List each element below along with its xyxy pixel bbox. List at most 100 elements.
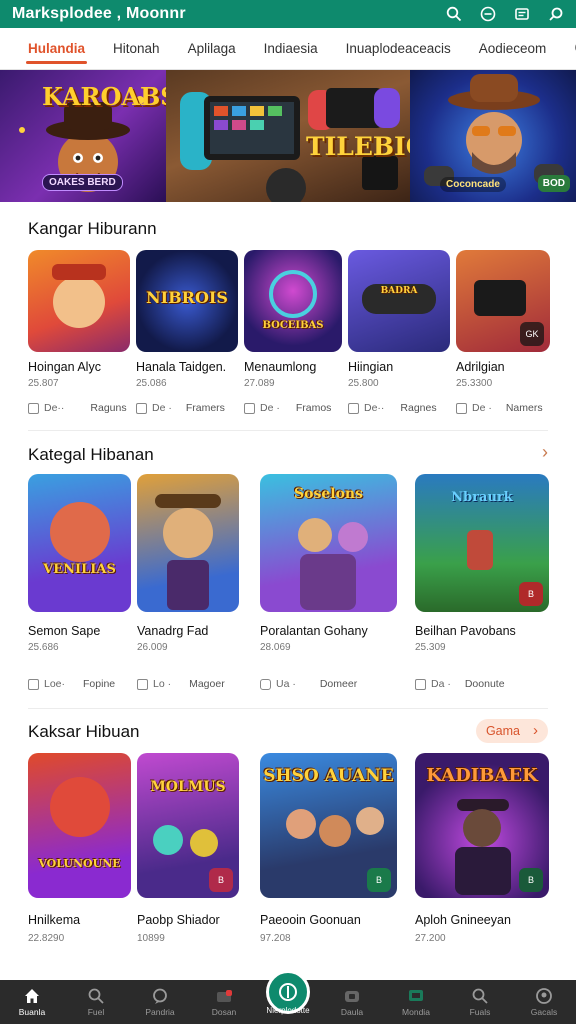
- news-icon[interactable]: [514, 6, 530, 22]
- thumb-title: NIBROIS: [146, 288, 228, 307]
- tab-5[interactable]: Aodieceom: [479, 29, 547, 68]
- game-thumbnail[interactable]: [137, 474, 239, 612]
- checkbox[interactable]: [28, 402, 39, 414]
- banner-title: KAROABS: [42, 82, 166, 111]
- game-card[interactable]: SHSO AUANE B Paeooin Goonuan 97.208: [260, 753, 397, 983]
- nav-label: Pandria: [145, 1007, 175, 1017]
- section-heading: Kaksar Hibuan: [28, 722, 140, 741]
- nav-item-profile[interactable]: Gacals: [512, 980, 576, 1024]
- game-title: Menaumlong: [244, 360, 317, 374]
- game-card[interactable]: VOLUNOUNE Hnilkema 22.8290: [28, 753, 131, 983]
- game-card[interactable]: Hoingan Alyc 25.807 De·· Raguns: [28, 250, 130, 430]
- nav-label: Daula: [340, 1007, 364, 1017]
- checkbox[interactable]: [348, 402, 359, 414]
- game-count: 26.009: [137, 642, 168, 653]
- game-count: 27.089: [244, 378, 275, 389]
- game-card[interactable]: BADRA Hiingian 25.800 De·· Ragnes: [348, 250, 450, 430]
- game-title: Poralantan Gohany: [260, 624, 368, 638]
- chevron-right-icon[interactable]: ›: [542, 442, 548, 463]
- card-footer: De · Namers: [456, 402, 543, 414]
- tab-4[interactable]: Inuaplodeaceacis: [346, 29, 451, 68]
- tab-2[interactable]: Aplilaga: [188, 29, 236, 68]
- tab-1[interactable]: Hitonah: [113, 29, 160, 68]
- nav-item-chat[interactable]: Pandria: [128, 980, 192, 1024]
- game-badge: B: [367, 868, 391, 892]
- footer-right-label: Ragnes: [400, 402, 437, 414]
- nav-item-media[interactable]: Mondia: [384, 980, 448, 1024]
- game-card[interactable]: Vanadrg Fad 26.009 Lo · Magoer: [137, 474, 239, 704]
- footer-right-label: Fopine: [83, 678, 116, 690]
- game-thumbnail[interactable]: [28, 250, 130, 352]
- game-thumbnail[interactable]: VENILIAS: [28, 474, 131, 612]
- game-thumbnail[interactable]: MOLMUS B: [137, 753, 239, 898]
- checkbox[interactable]: [28, 678, 39, 690]
- game-title: Paeooin Goonuan: [260, 913, 361, 927]
- banner-panel-1[interactable]: KAROABS OAKES BERD: [0, 70, 166, 202]
- game-thumbnail[interactable]: VOLUNOUNE: [28, 753, 131, 898]
- search-alt-icon[interactable]: [548, 6, 564, 22]
- banner-title: TILEBIGN: [306, 132, 410, 161]
- nav-item-games[interactable]: Daula: [320, 980, 384, 1024]
- game-card[interactable]: KADIBAEK B Aploh Gnineeyan 27.200: [415, 753, 549, 983]
- footer-left-label: De ·: [152, 402, 172, 414]
- section-2: Kategal Hibanan › VENILIAS Semon Sape 25…: [0, 432, 576, 708]
- game-card[interactable]: MOLMUS B Paobp Shiador 10899: [137, 753, 239, 983]
- game-thumbnail[interactable]: Nbraurk B: [415, 474, 549, 612]
- checkbox[interactable]: [136, 402, 147, 414]
- game-card[interactable]: BOCEIBAS Menaumlong 27.089 De · Framos: [244, 250, 342, 430]
- nav-item-search[interactable]: Fuel: [64, 980, 128, 1024]
- banner-panel-2[interactable]: TILEBIGN: [166, 70, 410, 202]
- footer-left-label: De ·: [472, 402, 492, 414]
- tab-0[interactable]: Hulandia: [25, 29, 88, 68]
- footer-left-label: Loe·: [44, 678, 66, 690]
- game-count: 97.208: [260, 933, 291, 944]
- game-card[interactable]: NIBROIS Hanala Taidgen. 25.086 De · Fram…: [136, 250, 238, 430]
- home-icon: [25, 989, 39, 1003]
- section-1: Kangar Hiburann Hoingan Alyc 25.807 De··…: [0, 202, 576, 432]
- footer-left-label: Da ·: [431, 678, 451, 690]
- game-card[interactable]: GK Adrilgian 25.3300 De · Namers: [456, 250, 550, 430]
- nav-label: Gacals: [530, 1007, 558, 1017]
- featured-banner[interactable]: KAROABS OAKES BERD TILEBIGN: [0, 70, 576, 202]
- footer-right-label: Framos: [295, 402, 332, 414]
- footer-left-label: Ua ·: [276, 678, 296, 690]
- checkbox[interactable]: [260, 678, 271, 690]
- nav-label: Dosan: [211, 1007, 237, 1017]
- checkbox[interactable]: [244, 402, 255, 414]
- card-footer: De · Framos: [244, 402, 331, 414]
- checkbox[interactable]: [456, 402, 467, 414]
- banner-subtitle: OAKES BERD: [42, 174, 123, 191]
- game-card[interactable]: VENILIAS Semon Sape 25.686 Loe· Fopine: [28, 474, 131, 704]
- game-thumbnail[interactable]: BOCEIBAS: [244, 250, 342, 352]
- search-icon[interactable]: [446, 6, 462, 22]
- game-thumbnail[interactable]: BADRA: [348, 250, 450, 352]
- game-count: 25.3300: [456, 378, 493, 389]
- checkbox[interactable]: [137, 678, 148, 690]
- footer-left-label: De··: [44, 402, 65, 414]
- footer-left-label: De ·: [260, 402, 280, 414]
- game-thumbnail[interactable]: NIBROIS: [136, 250, 238, 352]
- genre-filter-pill[interactable]: Gama ›: [475, 719, 548, 743]
- thumb-title: KADIBAEK: [426, 765, 538, 786]
- nav-item-camera[interactable]: Dosan: [192, 980, 256, 1024]
- banner-panel-3[interactable]: Coconcade BOD: [410, 70, 576, 202]
- checkbox[interactable]: [415, 678, 426, 690]
- game-thumbnail[interactable]: Soselons: [260, 474, 397, 612]
- nav-item-search-2[interactable]: Fuals: [448, 980, 512, 1024]
- game-thumbnail[interactable]: SHSO AUANE B: [260, 753, 397, 898]
- card-footer: De·· Ragnes: [348, 402, 437, 414]
- game-card[interactable]: Soselons Poralantan Gohany 28.069 Ua · D…: [260, 474, 397, 704]
- nav-label: Mondia: [402, 1007, 430, 1017]
- game-title: Semon Sape: [28, 624, 101, 638]
- emoji-icon[interactable]: [480, 6, 496, 22]
- game-thumbnail[interactable]: GK: [456, 250, 550, 352]
- nav-item-home[interactable]: Buanla: [0, 980, 64, 1024]
- game-count: 25.686: [28, 642, 59, 653]
- game-thumbnail[interactable]: KADIBAEK B: [415, 753, 549, 898]
- tab-3[interactable]: Indiaesia: [264, 29, 318, 68]
- game-title: Hiingian: [348, 360, 394, 374]
- game-card[interactable]: Nbraurk B Beilhan Pavobans 25.309 Da · D…: [415, 474, 549, 704]
- game-count: 25.086: [136, 378, 167, 389]
- game-title: Hoingan Alyc: [28, 360, 101, 374]
- game-badge: B: [209, 868, 233, 892]
